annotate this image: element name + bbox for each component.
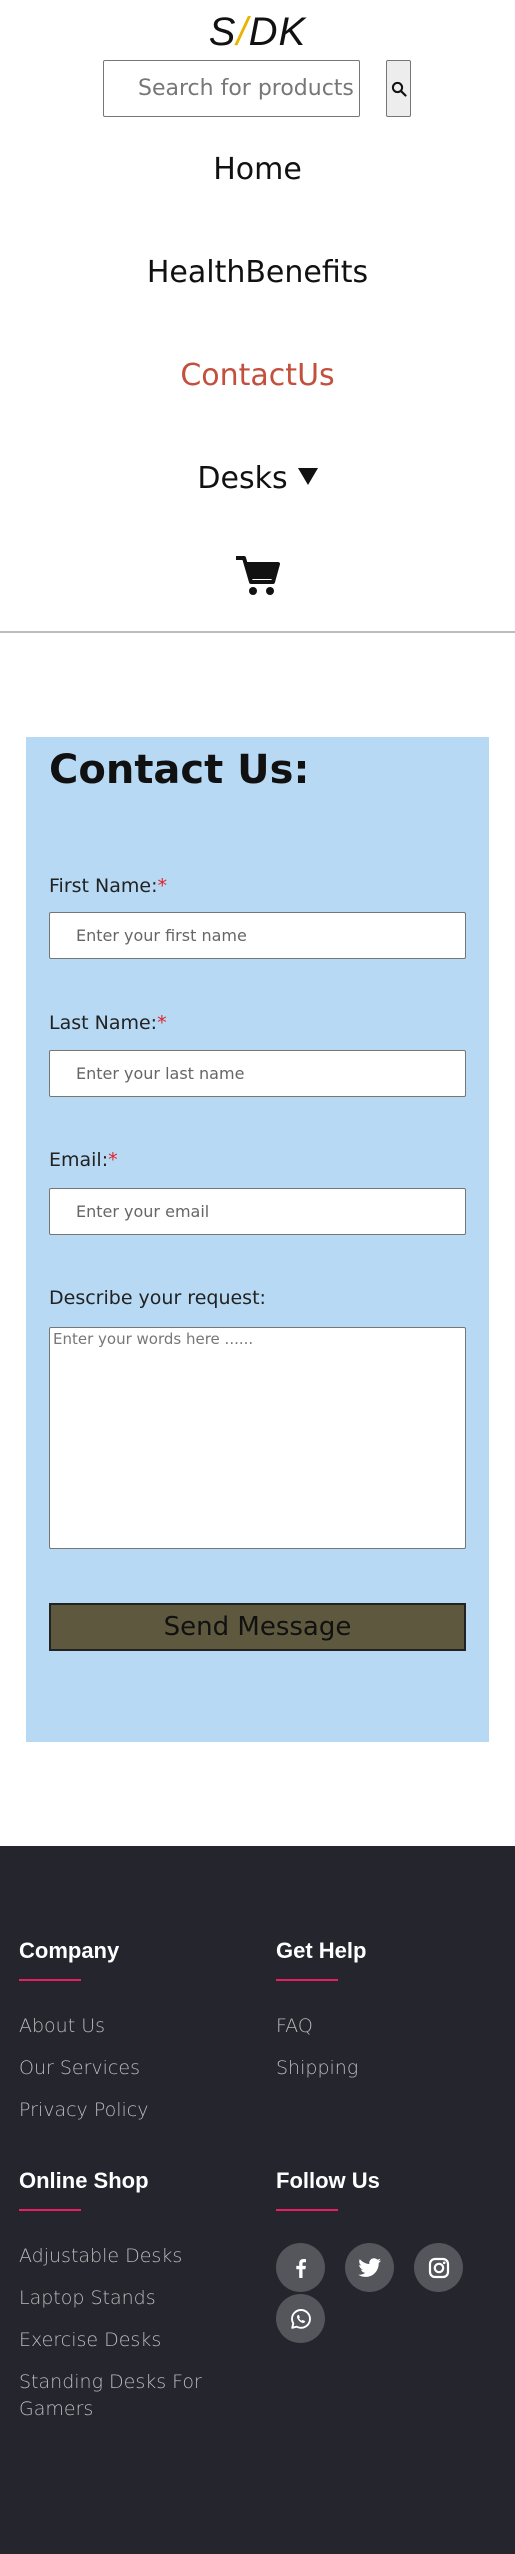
contact-form-title: Contact Us: [49, 747, 310, 793]
site-logo[interactable]: S/DK [0, 8, 515, 56]
facebook-icon[interactable] [276, 2243, 325, 2292]
email-label-text: Email: [49, 1149, 109, 1171]
footer-link-privacy-policy[interactable]: Privacy Policy [19, 2097, 249, 2124]
footer-link-faq[interactable]: FAQ [276, 2013, 506, 2040]
instagram-glyph [428, 2257, 449, 2278]
whatsapp-glyph [290, 2308, 311, 2329]
footer-heading: Online Shop [19, 2168, 149, 2193]
footer-heading-underline [276, 1979, 338, 1981]
request-label: Describe your request: [49, 1287, 266, 1309]
contact-form: Contact Us: First Name:* Last Name:* Ema… [26, 737, 489, 1742]
footer-link-about-us[interactable]: About Us [19, 2013, 249, 2040]
nav-home[interactable]: Home [0, 150, 515, 190]
footer-follow-us-column: Follow Us [276, 2166, 506, 2345]
instagram-icon[interactable] [414, 2243, 463, 2292]
caret-down-icon [297, 468, 318, 485]
footer-link-laptop-stands[interactable]: Laptop Stands [19, 2285, 219, 2312]
footer-heading-underline [19, 1979, 81, 1981]
last-name-field[interactable] [49, 1050, 466, 1097]
logo-text-s: S [208, 10, 237, 54]
footer-heading: Follow Us [276, 2168, 380, 2193]
twitter-glyph [357, 2257, 381, 2277]
nav-desks-dropdown[interactable]: Desks [0, 459, 515, 499]
footer-link-shipping[interactable]: Shipping [276, 2055, 506, 2082]
nav-health-benefits[interactable]: HealthBenefits [0, 253, 515, 293]
nav-contact-us[interactable]: ContactUs [0, 356, 515, 396]
required-mark: * [157, 875, 167, 897]
social-links [276, 2243, 506, 2345]
email-label: Email:* [49, 1149, 118, 1171]
footer-online-shop-column: Online Shop Adjustable Desks Laptop Stan… [19, 2166, 219, 2438]
required-mark: * [108, 1149, 118, 1171]
twitter-icon[interactable] [345, 2243, 394, 2292]
last-name-label: Last Name:* [49, 1012, 167, 1034]
logo-slash: / [236, 10, 249, 54]
footer-link-gaming-desks[interactable]: Standing Desks For Gamers [19, 2369, 219, 2423]
site-footer: Company About Us Our Services Privacy Po… [0, 1846, 515, 2554]
footer-company-column: Company About Us Our Services Privacy Po… [19, 1936, 249, 2139]
footer-heading-underline [276, 2209, 338, 2211]
first-name-label-text: First Name: [49, 875, 158, 897]
cart-icon[interactable] [236, 555, 280, 597]
whatsapp-icon[interactable] [276, 2294, 325, 2343]
logo-text-dk: DK [248, 10, 307, 54]
footer-link-exercise-desks[interactable]: Exercise Desks [19, 2327, 219, 2354]
first-name-field[interactable] [49, 912, 466, 959]
send-message-button[interactable]: Send Message [49, 1603, 466, 1651]
last-name-label-text: Last Name: [49, 1012, 158, 1034]
search-icon [391, 81, 407, 97]
request-textarea[interactable] [49, 1327, 466, 1549]
footer-get-help-column: Get Help FAQ Shipping [276, 1936, 506, 2097]
required-mark: * [157, 1012, 167, 1034]
search-input[interactable] [103, 60, 360, 117]
footer-heading: Get Help [276, 1938, 367, 1963]
facebook-glyph [295, 2258, 306, 2278]
footer-heading-underline [19, 2209, 81, 2211]
first-name-label: First Name:* [49, 875, 167, 897]
footer-link-adjustable-desks[interactable]: Adjustable Desks [19, 2243, 219, 2270]
site-header: S/DK Home HealthBenefits ContactUs Desks [0, 0, 515, 633]
footer-link-our-services[interactable]: Our Services [19, 2055, 249, 2082]
search-button[interactable] [386, 60, 411, 117]
nav-desks-label: Desks [197, 461, 288, 496]
email-field[interactable] [49, 1188, 466, 1235]
footer-heading: Company [19, 1938, 120, 1963]
